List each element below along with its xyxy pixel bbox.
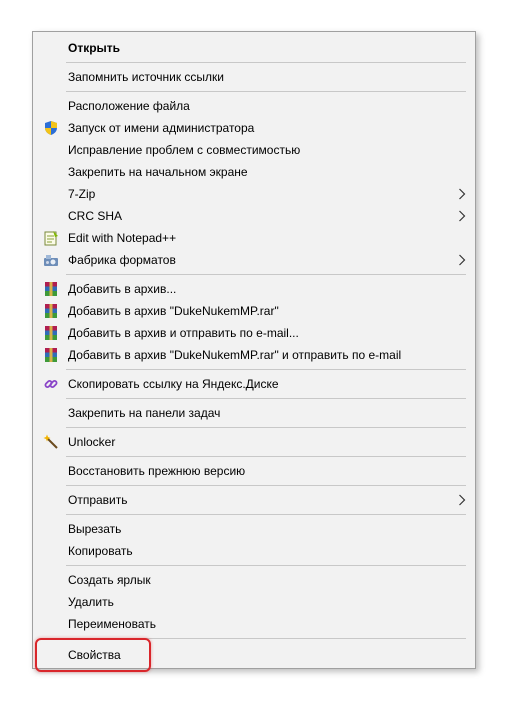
- menu-item-label: Расположение файла: [68, 99, 190, 113]
- menu-item-add-archive-rar[interactable]: Добавить в архив "DukeNukemMP.rar": [33, 300, 475, 322]
- menu-item-send-to[interactable]: Отправить: [33, 489, 475, 511]
- menu-item-add-archive[interactable]: Добавить в архив...: [33, 278, 475, 300]
- menu-item-label: Закрепить на начальном экране: [68, 165, 248, 179]
- menu-item-label: Добавить в архив и отправить по e-mail..…: [68, 326, 299, 340]
- menu-item-label: Запуск от имени администратора: [68, 121, 255, 135]
- menu-item-rename[interactable]: Переименовать: [33, 613, 475, 635]
- menu-item-run-as-admin[interactable]: Запуск от имени администратора: [33, 117, 475, 139]
- menu-item-copy-yandex-link[interactable]: Скопировать ссылку на Яндекс.Диске: [33, 373, 475, 395]
- menu-item-add-archive-rar-email[interactable]: Добавить в архив "DukeNukemMP.rar" и отп…: [33, 344, 475, 366]
- menu-item-label: Запомнить источник ссылки: [68, 70, 224, 84]
- menu-item-create-shortcut[interactable]: Создать ярлык: [33, 569, 475, 591]
- menu-item-delete[interactable]: Удалить: [33, 591, 475, 613]
- menu-item-cut[interactable]: Вырезать: [33, 518, 475, 540]
- menu-item-file-location[interactable]: Расположение файла: [33, 95, 475, 117]
- menu-item-fix-compat[interactable]: Исправление проблем с совместимостью: [33, 139, 475, 161]
- menu-item-label: Восстановить прежнюю версию: [68, 464, 246, 478]
- menu-item-label: 7-Zip: [68, 187, 96, 201]
- menu-separator: [66, 62, 466, 63]
- chevron-right-icon: [459, 494, 466, 506]
- menu-item-label: Удалить: [68, 595, 114, 609]
- menu-item-label: Копировать: [68, 544, 133, 558]
- magic-wand-icon: [43, 434, 58, 449]
- menu-separator: [66, 398, 466, 399]
- menu-item-label: Переименовать: [68, 617, 156, 631]
- menu-item-restore-version[interactable]: Восстановить прежнюю версию: [33, 460, 475, 482]
- menu-item-label: Создать ярлык: [68, 573, 151, 587]
- format-factory-icon: [44, 255, 58, 266]
- menu-separator: [66, 456, 466, 457]
- winrar-icon: [45, 304, 57, 318]
- menu-item-open[interactable]: Открыть: [33, 37, 475, 59]
- menu-item-label: Фабрика форматов: [68, 253, 176, 267]
- menu-separator: [66, 514, 466, 515]
- uac-shield-icon: [45, 121, 57, 135]
- menu-item-label: Открыть: [68, 41, 121, 55]
- menu-separator: [66, 485, 466, 486]
- link-icon: [44, 380, 58, 388]
- menu-item-crc-sha[interactable]: CRC SHA: [33, 205, 475, 227]
- chevron-right-icon: [459, 254, 466, 266]
- chevron-right-icon: [459, 210, 466, 222]
- menu-item-label: Unlocker: [68, 435, 116, 449]
- menu-separator: [66, 274, 466, 275]
- menu-item-label: Скопировать ссылку на Яндекс.Диске: [68, 377, 279, 391]
- menu-item-format-factory[interactable]: Фабрика форматов: [33, 249, 475, 271]
- menu-item-label: Закрепить на панели задач: [68, 406, 221, 420]
- menu-item-label: CRC SHA: [68, 209, 123, 223]
- menu-item-label: Edit with Notepad++: [68, 231, 177, 245]
- chevron-right-icon: [459, 188, 466, 200]
- menu-separator: [66, 427, 466, 428]
- properties-highlight-frame: [35, 638, 151, 672]
- menu-item-label: Отправить: [68, 493, 128, 507]
- winrar-icon: [45, 326, 57, 340]
- menu-separator: [66, 369, 466, 370]
- notepad-plus-plus-icon: [44, 231, 58, 246]
- context-menu: Открыть Запомнить источник ссылки Распол…: [32, 31, 476, 672]
- menu-item-unlocker[interactable]: Unlocker: [33, 431, 475, 453]
- menu-item-label: Добавить в архив "DukeNukemMP.rar" и отп…: [68, 348, 402, 362]
- menu-item-label: Исправление проблем с совместимостью: [68, 143, 301, 157]
- menu-item-7zip[interactable]: 7-Zip: [33, 183, 475, 205]
- menu-item-label: Добавить в архив "DukeNukemMP.rar": [68, 304, 279, 318]
- menu-separator: [66, 565, 466, 566]
- menu-item-label: Вырезать: [68, 522, 122, 536]
- winrar-icon: [45, 282, 57, 296]
- menu-separator: [66, 91, 466, 92]
- menu-item-copy[interactable]: Копировать: [33, 540, 475, 562]
- menu-item-pin-start[interactable]: Закрепить на начальном экране: [33, 161, 475, 183]
- menu-item-label: Добавить в архив...: [68, 282, 177, 296]
- menu-item-pin-taskbar[interactable]: Закрепить на панели задач: [33, 402, 475, 424]
- menu-item-remember-source[interactable]: Запомнить источник ссылки: [33, 66, 475, 88]
- menu-item-add-archive-email[interactable]: Добавить в архив и отправить по e-mail..…: [33, 322, 475, 344]
- winrar-icon: [45, 348, 57, 362]
- menu-item-edit-notepad[interactable]: Edit with Notepad++: [33, 227, 475, 249]
